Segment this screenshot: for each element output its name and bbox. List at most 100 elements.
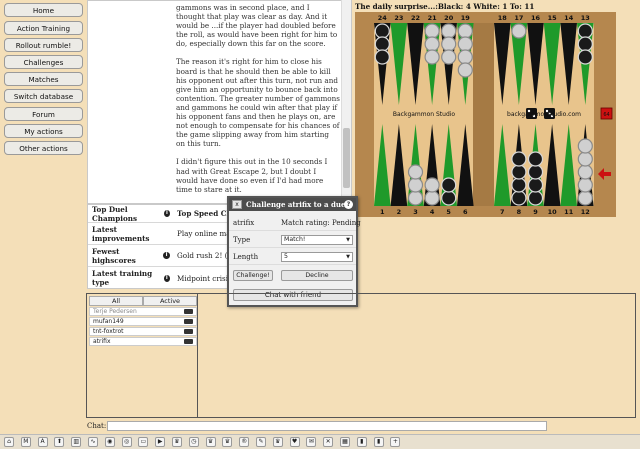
badge-icon[interactable]: ® <box>239 437 250 447</box>
white-checker[interactable] <box>424 49 440 65</box>
length-label: Length <box>233 253 259 261</box>
nav-item-other-actions[interactable]: Other actions <box>4 141 83 155</box>
black-checker[interactable] <box>527 151 544 167</box>
chat-input[interactable] <box>107 421 547 431</box>
close-icon[interactable]: x <box>232 200 242 209</box>
board-svg[interactable]: Backgammon Studio backgammonstudio.com 642… <box>355 12 616 217</box>
point-number: 20 <box>444 14 454 22</box>
white-checker[interactable] <box>457 36 473 52</box>
black-checker[interactable] <box>511 177 527 193</box>
black-checker[interactable] <box>374 49 390 65</box>
info-icon[interactable]: i <box>163 210 170 217</box>
white-checker[interactable] <box>424 177 440 193</box>
white-checker[interactable] <box>441 23 457 39</box>
tab-all[interactable]: All <box>89 296 143 306</box>
length-select[interactable]: 5 ▼ <box>281 252 353 262</box>
white-checker[interactable] <box>441 49 457 65</box>
trophy-icon[interactable]: ♛ <box>205 437 216 447</box>
player-item[interactable]: tnt-foxtrot <box>89 327 197 336</box>
white-checker[interactable] <box>577 138 593 154</box>
player-item[interactable]: mufan149 <box>89 317 197 326</box>
eye-icon[interactable]: ◉ <box>104 437 115 447</box>
white-checker[interactable] <box>511 23 527 39</box>
white-checker[interactable] <box>424 36 440 52</box>
inbox-icon[interactable]: ▭ <box>138 437 149 447</box>
close-icon[interactable]: ✕ <box>323 437 334 447</box>
player-item[interactable]: atrifix <box>89 337 197 346</box>
white-checker[interactable] <box>424 190 440 206</box>
black-checker[interactable] <box>527 164 544 180</box>
bar-chart-icon[interactable]: ▥ <box>71 437 82 447</box>
player-item[interactable]: Terje Pedersen <box>89 307 197 316</box>
article-scrollbar[interactable] <box>341 0 351 204</box>
play-icon[interactable]: ▶ <box>155 437 166 447</box>
black-checker[interactable] <box>374 36 390 52</box>
white-checker[interactable] <box>424 23 440 39</box>
black-checker[interactable] <box>511 164 527 180</box>
black-checker[interactable] <box>527 177 544 193</box>
edit-icon[interactable]: ✎ <box>256 437 266 447</box>
nav-item-matches[interactable]: Matches <box>4 72 83 86</box>
white-checker[interactable] <box>577 164 593 180</box>
white-checker[interactable] <box>577 177 593 193</box>
chevron-down-icon: ▼ <box>346 254 350 260</box>
black-checker[interactable] <box>374 23 390 39</box>
clock-icon[interactable]: ◷ <box>188 437 199 447</box>
challenge-button[interactable]: Challenge! <box>233 270 273 281</box>
point-number: 21 <box>428 14 438 22</box>
black-checker[interactable] <box>577 49 593 65</box>
point-number: 10 <box>548 208 558 216</box>
line-chart-icon[interactable]: ∿ <box>88 437 98 447</box>
nav-item-action-training[interactable]: Action Training <box>4 21 83 35</box>
heart-icon[interactable]: ♥ <box>289 437 300 447</box>
white-checker[interactable] <box>577 190 593 206</box>
white-checker[interactable] <box>407 190 424 206</box>
trophy-icon[interactable]: ♛ <box>272 437 283 447</box>
point-number: 17 <box>514 14 523 22</box>
info-icon[interactable]: i <box>163 274 170 282</box>
nav-item-home[interactable]: Home <box>4 3 83 17</box>
point-number: 15 <box>548 14 558 22</box>
white-checker[interactable] <box>441 36 457 52</box>
type-value: Match! <box>284 236 306 243</box>
black-checker[interactable] <box>441 190 457 206</box>
home-icon[interactable]: ⌂ <box>4 437 14 447</box>
black-checker[interactable] <box>577 23 593 39</box>
bar[interactable] <box>473 23 494 206</box>
white-checker[interactable] <box>407 164 424 180</box>
nav-item-rollout-rumble[interactable]: Rollout rumble! <box>4 38 83 52</box>
white-checker[interactable] <box>407 177 424 193</box>
help-icon[interactable]: ? <box>344 200 353 209</box>
scroll-thumb[interactable] <box>343 128 350 188</box>
white-checker[interactable] <box>457 62 473 78</box>
black-checker[interactable] <box>511 190 527 206</box>
black-checker[interactable] <box>577 36 593 52</box>
trophy-icon[interactable]: ♛ <box>222 437 233 447</box>
nav-item-forum[interactable]: Forum <box>4 107 83 121</box>
nav-item-my-actions[interactable]: My actions <box>4 124 83 138</box>
nav-item-switch-database[interactable]: Switch database <box>4 89 83 103</box>
chat-icon[interactable]: ✉ <box>306 437 317 447</box>
point-number: 8 <box>517 208 522 216</box>
bookmark-icon[interactable]: ▮ <box>373 437 384 447</box>
nav-item-challenges[interactable]: Challenges <box>4 55 83 69</box>
black-checker[interactable] <box>441 177 457 193</box>
backgammon-board[interactable]: Backgammon Studio backgammonstudio.com 64 2… <box>355 12 616 217</box>
tab-active[interactable]: Active <box>143 296 197 306</box>
plus-icon[interactable]: + <box>390 437 401 447</box>
white-checker[interactable] <box>577 151 593 167</box>
white-checker[interactable] <box>457 23 473 39</box>
black-checker[interactable] <box>527 190 544 206</box>
trophy-icon[interactable]: ♛ <box>172 437 182 447</box>
a-icon[interactable]: A <box>37 437 48 447</box>
film-icon[interactable]: ▦ <box>340 437 350 447</box>
decline-button[interactable]: Decline <box>281 270 353 281</box>
white-checker[interactable] <box>457 49 473 65</box>
m-icon[interactable]: M <box>20 437 31 447</box>
ball-icon[interactable]: ◎ <box>121 437 132 447</box>
info-icon[interactable]: i <box>163 252 170 259</box>
type-select[interactable]: Match! ▼ <box>281 235 353 245</box>
black-checker[interactable] <box>511 151 527 167</box>
upload-icon[interactable]: ⬆ <box>54 437 65 447</box>
bookmark-icon[interactable]: ▮ <box>356 437 367 447</box>
